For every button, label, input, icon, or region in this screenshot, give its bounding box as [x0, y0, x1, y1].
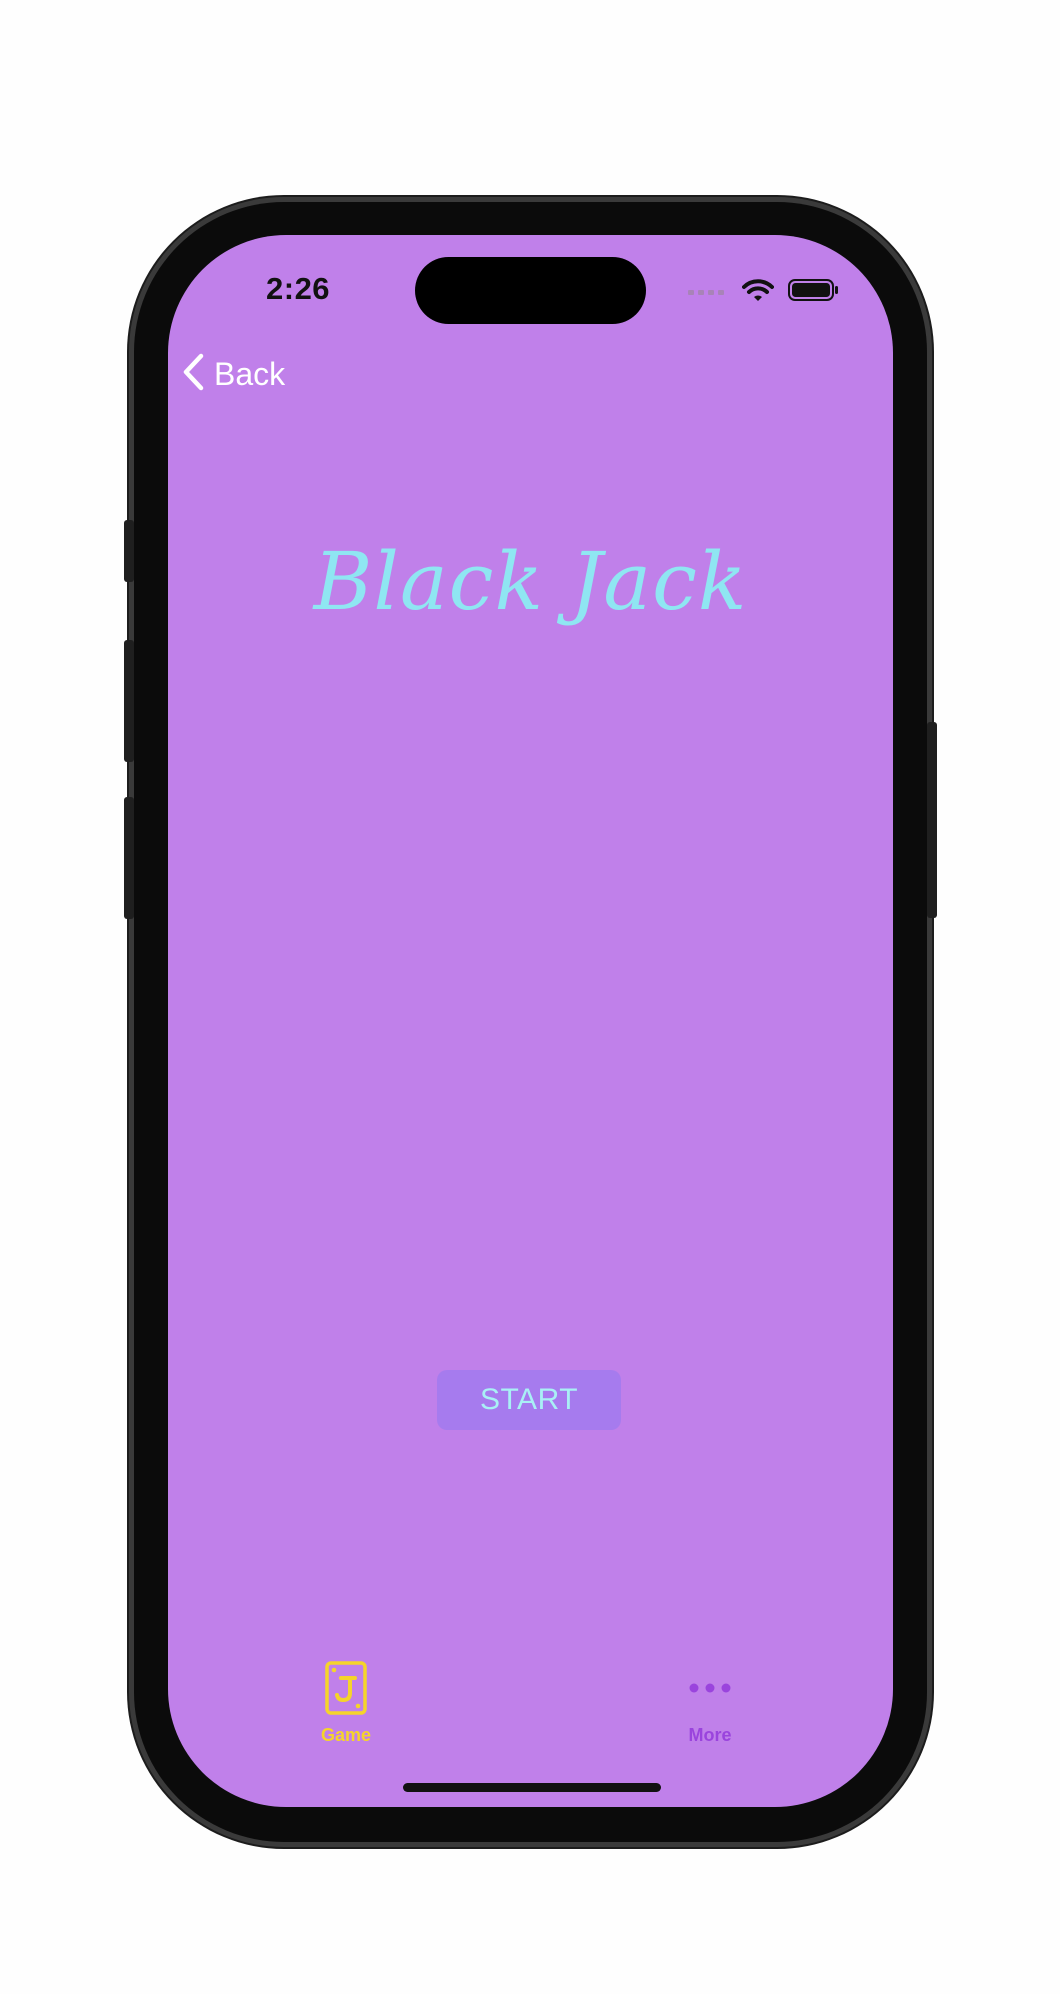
back-label: Back	[214, 356, 286, 392]
mute-switch	[124, 520, 134, 582]
battery-icon	[788, 278, 840, 307]
card-j-icon	[324, 1661, 368, 1720]
volume-up-button	[124, 640, 134, 762]
start-button[interactable]: START	[437, 1370, 621, 1430]
more-dots-icon	[688, 1660, 732, 1716]
back-button[interactable]: Back	[182, 353, 285, 396]
tab-more-label: More	[688, 1725, 732, 1745]
game-title: Black Jack	[313, 535, 748, 628]
tab-more[interactable]: More	[650, 1660, 770, 1746]
tab-game-label: Game	[320, 1725, 372, 1745]
app-screen: 2:26 Back Black Jack START Game More	[168, 235, 893, 1807]
volume-down-button	[124, 797, 134, 919]
status-time: 2:26	[266, 271, 331, 306]
dynamic-island	[415, 257, 646, 324]
power-button	[927, 722, 937, 918]
cellular-signal-icon	[688, 283, 728, 301]
home-indicator[interactable]	[403, 1783, 661, 1792]
chevron-left-icon	[182, 353, 204, 396]
wifi-icon	[742, 278, 774, 307]
status-icons	[688, 277, 840, 307]
tab-game[interactable]: Game	[286, 1660, 406, 1746]
